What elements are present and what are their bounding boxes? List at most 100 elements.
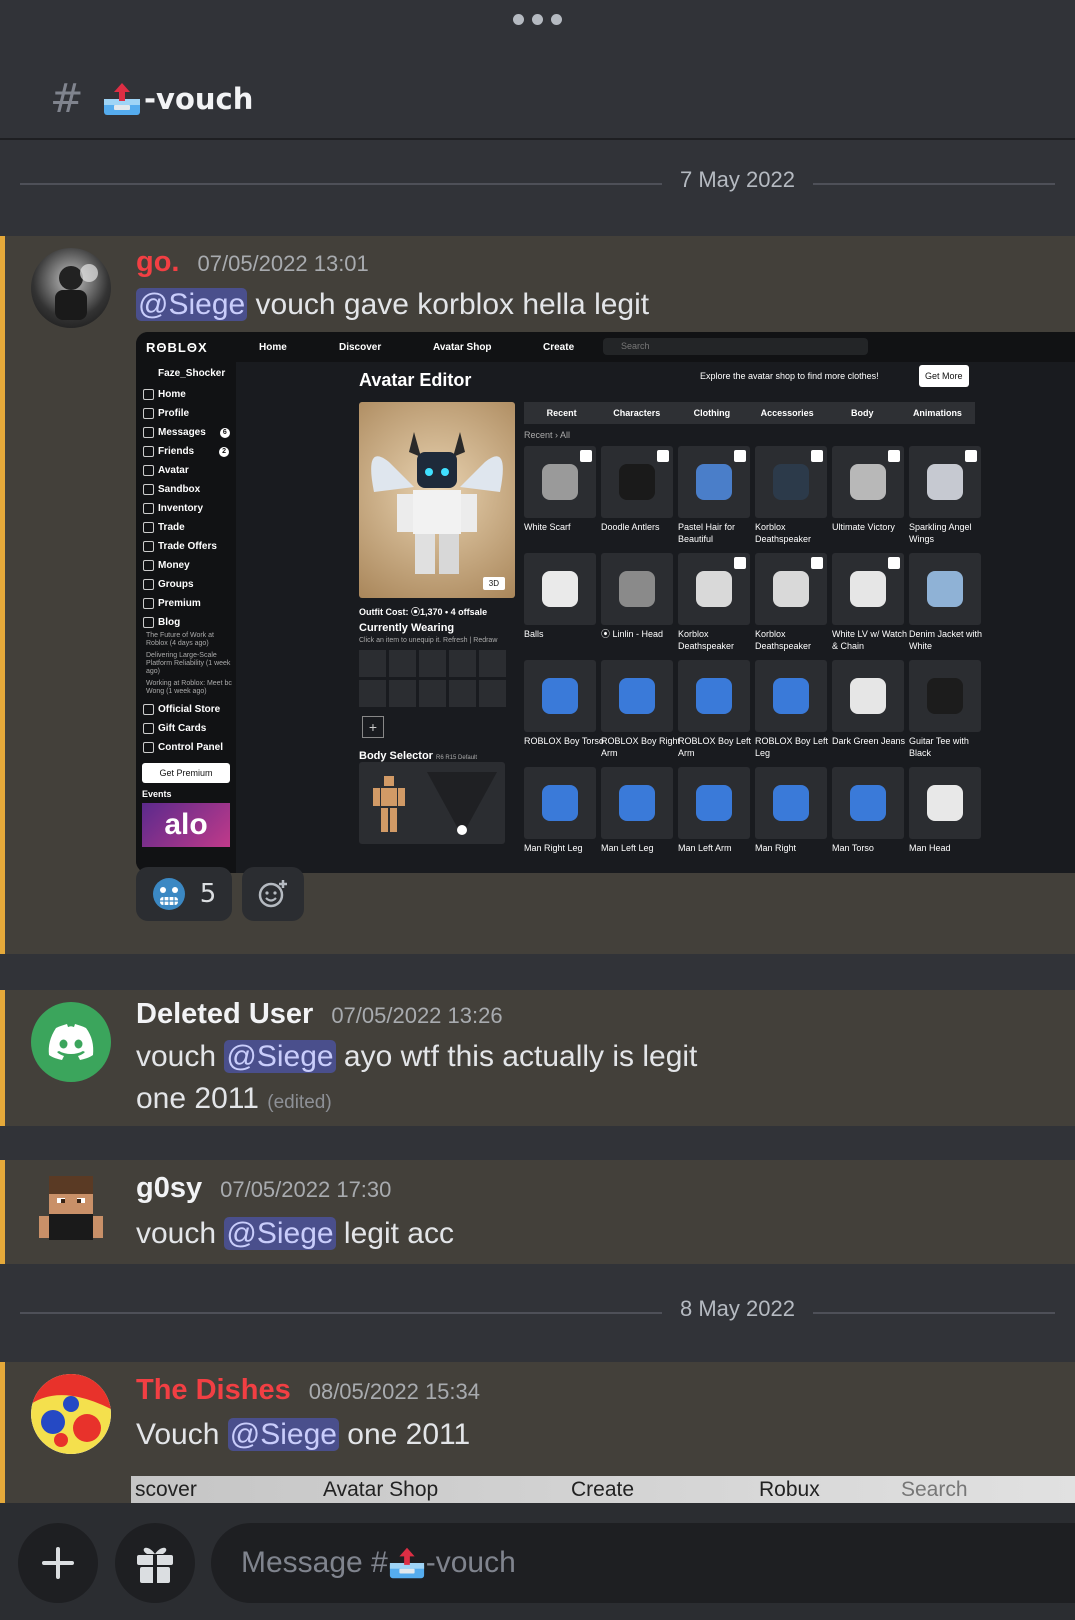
inbox-tray-icon: [104, 83, 140, 115]
timestamp: 07/05/2022 13:26: [331, 1003, 503, 1028]
body-selector: [359, 762, 505, 844]
avatar[interactable]: [31, 1374, 111, 1454]
avatar-item-card: Ultimate Victory: [832, 446, 904, 532]
outfit-cost: Outfit Cost: ⦿1,370 • 4 offsale: [359, 607, 488, 617]
item-name: Pastel Hair for Beautiful: [678, 522, 736, 544]
avatar-item-card: Korblox Deathspeaker: [755, 446, 827, 544]
view-3d-button: 3D: [482, 577, 505, 590]
peek-nav-create: Create: [571, 1478, 635, 1501]
item-name: Sparkling Angel Wings: [909, 522, 972, 544]
reaction-count: 5: [199, 879, 217, 909]
item-thumbnail: [542, 464, 578, 500]
checkbox-icon: [734, 450, 746, 462]
item-thumbnail: [773, 464, 809, 500]
message-deleted-user[interactable]: Deleted User 07/05/2022 13:26 vouch @Sie…: [0, 990, 1075, 1126]
currently-wearing-label: Currently Wearing: [359, 622, 455, 634]
item-thumbnail: [696, 678, 732, 714]
item-name: Man Left Arm: [678, 843, 732, 853]
message-text: vouch: [136, 1040, 225, 1073]
side-messages: Messages 6: [136, 423, 236, 442]
item-name: White Scarf: [524, 522, 571, 532]
avatar[interactable]: [35, 1172, 107, 1244]
events-label: Events: [142, 789, 172, 799]
avatar-item-card: Man Left Leg: [601, 767, 673, 853]
item-thumbnail: [927, 785, 963, 821]
image-attachment-partial[interactable]: scover Avatar Shop Create Robux Search: [131, 1476, 1075, 1504]
message-go[interactable]: go. 07/05/2022 13:01 @Siege vouch gave k…: [0, 236, 1075, 954]
wearing-grid: [359, 650, 506, 707]
friends-badge: 2: [219, 446, 230, 457]
tab-recent: Recent: [546, 408, 577, 418]
item-name: ⦿ Linlin - Head: [601, 629, 664, 639]
avatar-item-card: White LV w/ Watch & Chain: [832, 553, 907, 651]
item-thumbnail: [696, 571, 732, 607]
avatar-item-card: ROBLOX Boy Left Leg: [755, 660, 828, 758]
add-attachment-button[interactable]: [18, 1523, 98, 1603]
gift-icon: [137, 1547, 173, 1583]
message-placeholder-prefix: Message #: [241, 1546, 388, 1579]
plus-icon: [42, 1547, 74, 1579]
nav-avatar-shop: Avatar Shop: [433, 341, 492, 353]
image-attachment[interactable]: RΘBLΘX Home Discover Avatar Shop Create …: [136, 332, 1075, 873]
breadcrumb: Recent › All: [524, 430, 571, 440]
user-mention[interactable]: @Siege: [224, 1040, 336, 1073]
author-name[interactable]: go.: [136, 246, 180, 279]
message-text: vouch gave korblox hella legit: [247, 288, 650, 321]
user-mention[interactable]: @Siege: [224, 1217, 336, 1250]
peek-nav-avatar-shop: Avatar Shop: [323, 1478, 439, 1501]
roblox-sidebar: Faze_Shocker Home Profile Messages 6 Frie…: [136, 362, 236, 873]
gift-button[interactable]: [115, 1523, 195, 1603]
message-g0sy[interactable]: g0sy 07/05/2022 17:30 vouch @Siege legit…: [0, 1160, 1075, 1264]
item-thumbnail: [773, 785, 809, 821]
tab-body: Body: [851, 408, 874, 418]
item-name: ROBLOX Boy Left Leg: [755, 736, 829, 758]
reaction-cold-face[interactable]: 5: [136, 867, 232, 921]
roblox-username: Faze_Shocker: [158, 368, 226, 379]
message-text: ayo wtf this actually is legit: [335, 1040, 698, 1073]
body-selector-text: Body Selector: [359, 750, 433, 762]
avatar-item-card: White Scarf: [524, 446, 596, 532]
item-name: Man Left Leg: [601, 843, 654, 853]
side-premium: Premium: [136, 594, 236, 613]
body-type-tags: R6 R15 Default: [436, 755, 478, 761]
message-header: Deleted User 07/05/2022 13:26: [136, 998, 503, 1031]
avatar-item-card: ROBLOX Boy Torso: [524, 660, 604, 746]
body-selector-label: Body Selector R6 R15 Default: [359, 750, 477, 762]
message-header: g0sy 07/05/2022 17:30: [136, 1172, 391, 1205]
add-item-icon: +: [362, 716, 384, 738]
avatar[interactable]: [31, 248, 111, 328]
avatar-item-card: Man Left Arm: [678, 767, 750, 853]
author-name[interactable]: Deleted User: [136, 998, 313, 1031]
checkbox-icon: [811, 557, 823, 569]
item-thumbnail: [696, 785, 732, 821]
side-sandbox: Sandbox: [136, 480, 236, 499]
more-options-dots[interactable]: [0, 14, 1075, 25]
avatar-item-card: Pastel Hair for Beautiful: [678, 446, 750, 544]
add-reaction-button[interactable]: [242, 867, 304, 921]
timestamp: 07/05/2022 13:01: [197, 251, 369, 276]
blog-post: Delivering Large-Scale Platform Reliabil…: [146, 652, 231, 675]
message-input[interactable]: Message # -vouch: [211, 1523, 1075, 1603]
message-text: one 2011: [136, 1082, 259, 1115]
user-mention[interactable]: @Siege: [136, 288, 248, 321]
user-mention[interactable]: @Siege: [227, 1418, 339, 1451]
author-name[interactable]: The Dishes: [136, 1374, 291, 1407]
messages-badge: 6: [219, 427, 230, 438]
inbox-tray-icon: [389, 1547, 424, 1579]
nav-discover: Discover: [339, 341, 382, 353]
item-name: Man Torso: [832, 843, 874, 853]
timestamp: 08/05/2022 15:34: [308, 1379, 480, 1404]
message-content: vouch @Siege legit acc: [136, 1213, 454, 1255]
tab-clothing: Clothing: [693, 408, 731, 418]
item-thumbnail: [773, 571, 809, 607]
message-header: The Dishes 08/05/2022 15:34: [136, 1374, 480, 1407]
item-name: Dark Green Jeans: [832, 736, 906, 746]
avatar[interactable]: [31, 1002, 111, 1082]
author-name[interactable]: g0sy: [136, 1172, 202, 1205]
peek-nav-robux: Robux: [759, 1478, 820, 1501]
item-thumbnail: [927, 571, 963, 607]
item-thumbnail: [850, 464, 886, 500]
avatar-item-card: Doodle Antlers: [601, 446, 673, 532]
body-scale-triangle-icon: [427, 772, 497, 836]
side-control-panel: Control Panel: [136, 738, 236, 757]
